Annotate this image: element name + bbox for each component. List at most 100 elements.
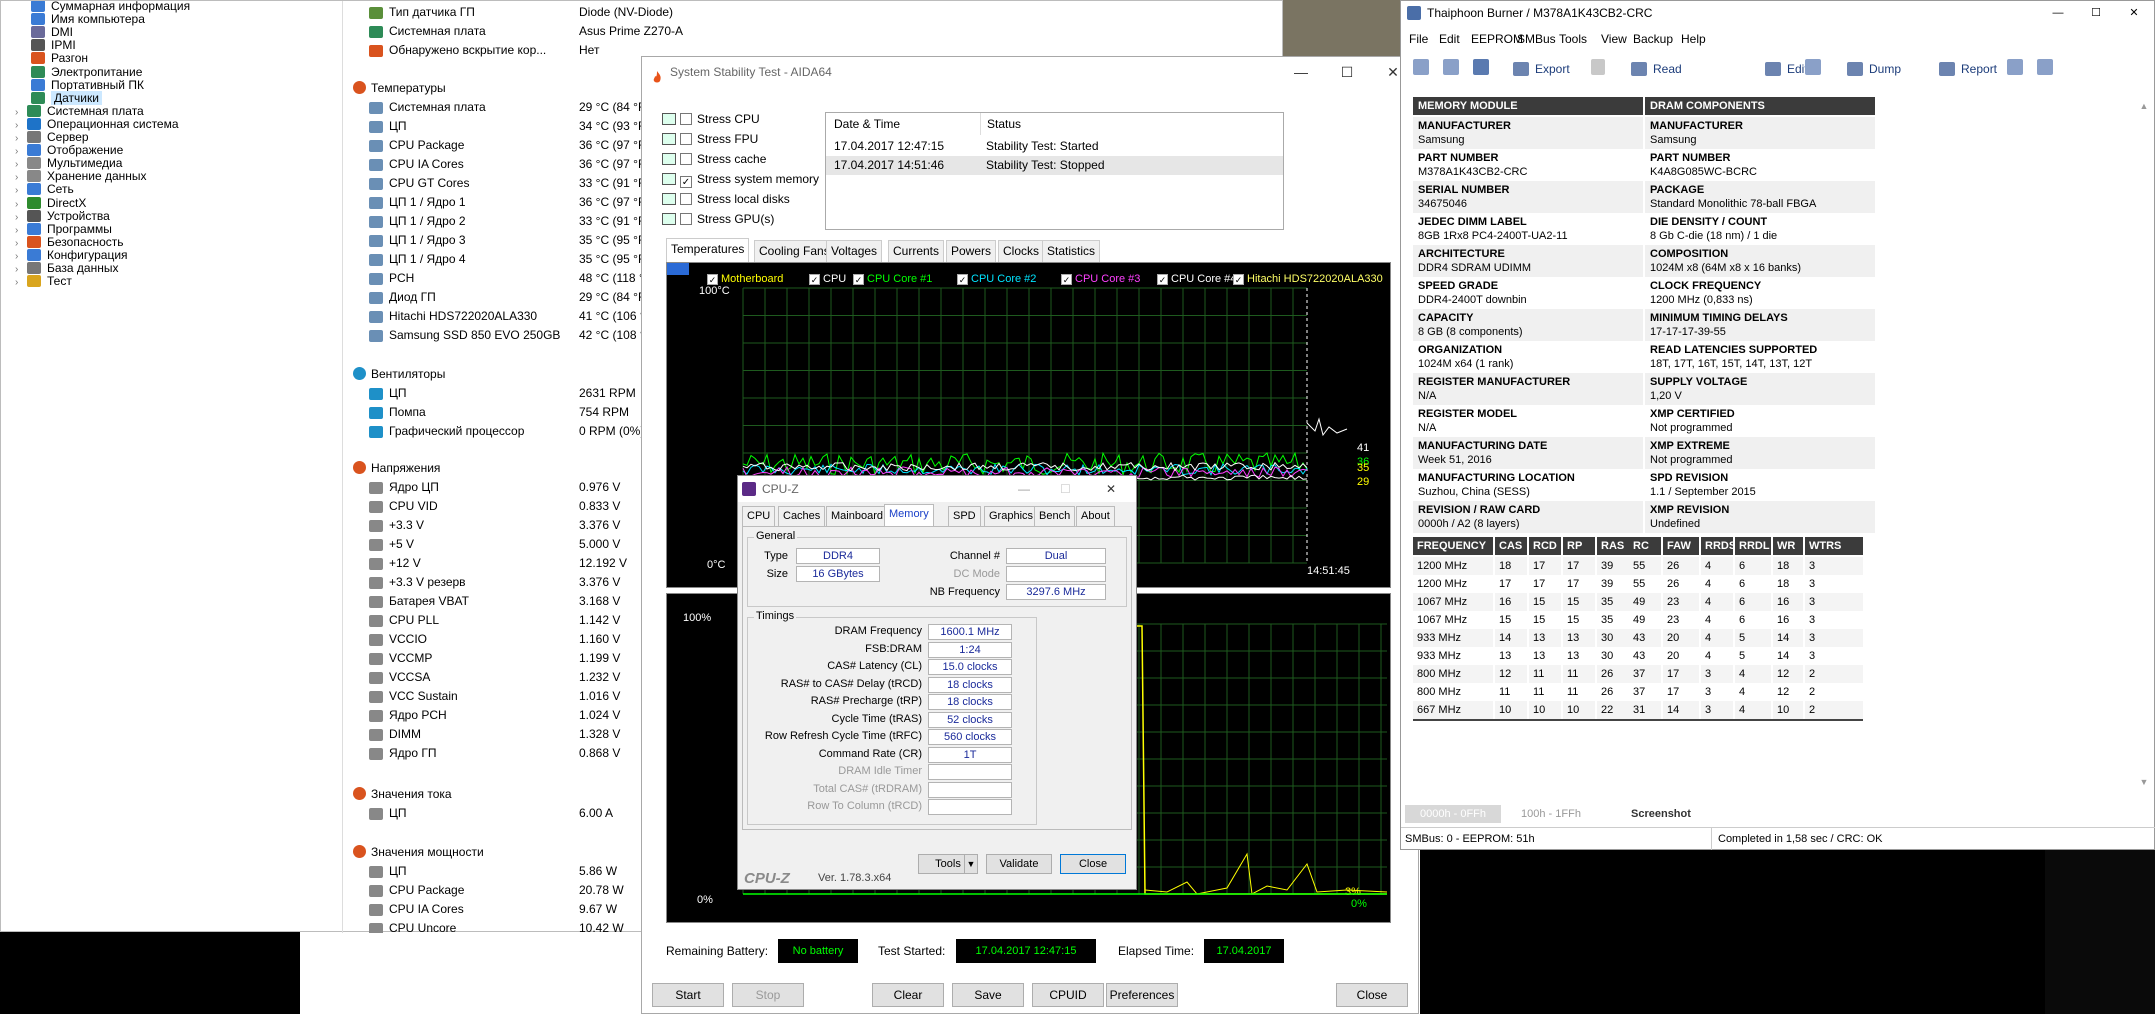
folder-icon[interactable] xyxy=(1443,59,1459,75)
tools-dropdown-icon[interactable]: ▼ xyxy=(964,854,978,874)
spd-cell[interactable]: PART NUMBER M378A1K43CB2-CRC xyxy=(1413,149,1643,181)
spd-cell[interactable]: COMPOSITION 1024M x8 (64M x8 x 16 banks) xyxy=(1645,245,1875,277)
sensor-row[interactable]: Системная плата Asus Prime Z270-A xyxy=(369,22,749,41)
spd-cell[interactable]: PACKAGE Standard Monolithic 78-ball FBGA xyxy=(1645,181,1875,213)
cpuz-tab-graphics[interactable]: Graphics xyxy=(984,506,1039,526)
spd-cell[interactable]: XMP EXTREME Not programmed xyxy=(1645,437,1875,469)
cpuz-tab-mainboard[interactable]: Mainboard xyxy=(826,506,888,526)
stress-checkbox[interactable] xyxy=(680,153,692,165)
tab-temperatures[interactable]: Temperatures xyxy=(666,238,750,262)
stress-option[interactable]: Stress cache xyxy=(662,149,766,169)
stop-button[interactable]: Stop xyxy=(732,983,804,1007)
stress-option[interactable]: Stress local disks xyxy=(662,189,790,209)
cpuz-close-button[interactable]: Close xyxy=(1060,854,1126,874)
spd-cell[interactable]: SPD REVISION 1.1 / September 2015 xyxy=(1645,469,1875,501)
spd-cell[interactable]: MANUFACTURING LOCATION Suzhou, China (SES… xyxy=(1413,469,1643,501)
spd-cell[interactable]: DIE DENSITY / COUNT 8 Gb C-die (18 nm) / … xyxy=(1645,213,1875,245)
tb-close-button[interactable]: ✕ xyxy=(2115,1,2153,25)
tab-currents[interactable]: Currents xyxy=(888,240,945,262)
save-button[interactable]: Save xyxy=(952,983,1024,1007)
start-button[interactable]: Start xyxy=(652,983,724,1007)
tab-cooling-fans[interactable]: Cooling Fans xyxy=(754,240,835,262)
validate-button[interactable]: Validate xyxy=(986,854,1052,874)
stress-checkbox[interactable] xyxy=(680,133,692,145)
group-title: Значения тока xyxy=(371,787,452,801)
tool-read[interactable]: Read xyxy=(1631,59,1682,79)
tb-tab-page0[interactable]: 0000h - 0FFh xyxy=(1405,805,1501,823)
stress-checkbox[interactable] xyxy=(680,113,692,125)
stress-option[interactable]: ✓ Stress system memory xyxy=(662,169,819,189)
cpuz-tab-spd[interactable]: SPD xyxy=(948,506,981,526)
spd-cell[interactable]: CAPACITY 8 GB (8 components) xyxy=(1413,309,1643,341)
spd-cell[interactable]: SPEED GRADE DDR4-2400T downbin xyxy=(1413,277,1643,309)
menu-smbus[interactable]: SMBus xyxy=(1517,29,1556,49)
spd-cell[interactable]: PART NUMBER K4A8G085WC-BCRC xyxy=(1645,149,1875,181)
spd-cell[interactable]: SERIAL NUMBER 34675046 xyxy=(1413,181,1643,213)
stress-checkbox[interactable]: ✓ xyxy=(680,176,692,188)
wrench-icon[interactable] xyxy=(1805,59,1821,75)
save-icon[interactable] xyxy=(1473,59,1489,75)
spd-cell[interactable]: MANUFACTURER Samsung xyxy=(1645,117,1875,149)
cpuz-tab-cpu[interactable]: CPU xyxy=(742,506,776,526)
cpuz-tab-bench[interactable]: Bench xyxy=(1034,506,1076,526)
tab-voltages[interactable]: Voltages xyxy=(826,240,883,262)
spd-cell[interactable]: SUPPLY VOLTAGE 1,20 V xyxy=(1645,373,1875,405)
menu-tools[interactable]: Tools xyxy=(1559,29,1587,49)
sst-close-button[interactable]: Close xyxy=(1336,983,1408,1007)
tool-report[interactable]: Report xyxy=(1939,59,1997,79)
tab-powers[interactable]: Powers xyxy=(946,240,997,262)
stress-checkbox[interactable] xyxy=(680,193,692,205)
expand-icon[interactable]: › xyxy=(15,274,27,292)
menu-help[interactable]: Help xyxy=(1681,29,1706,49)
spd-cell[interactable]: REGISTER MODEL N/A xyxy=(1413,405,1643,437)
menu-backup[interactable]: Backup xyxy=(1633,29,1673,49)
refresh-icon[interactable] xyxy=(2037,59,2053,75)
screenshot-tool-icon[interactable] xyxy=(2007,59,2023,75)
spd-cell[interactable]: ORGANIZATION 1024M x64 (1 rank) xyxy=(1413,341,1643,373)
tool-export[interactable]: Export xyxy=(1513,59,1570,79)
spd-cell[interactable]: XMP REVISION Undefined xyxy=(1645,501,1875,533)
tree-item[interactable]: › Тест xyxy=(15,272,72,290)
tab-clocks[interactable]: Clocks xyxy=(998,240,1045,262)
menu-edit[interactable]: Edit xyxy=(1439,29,1460,49)
tb-tab-page1[interactable]: 100h - 1FFh xyxy=(1503,805,1599,823)
cpuz-minimize-button[interactable]: — xyxy=(1018,476,1030,502)
sensor-row[interactable]: Тип датчика ГП Diode (NV-Diode) xyxy=(369,3,749,22)
spd-cell[interactable]: JEDEC DIMM LABEL 8GB 1Rx8 PC4-2400T-UA2-1… xyxy=(1413,213,1643,245)
menu-file[interactable]: File xyxy=(1409,29,1428,49)
spd-cell[interactable]: CLOCK FREQUENCY 1200 MHz (0,833 ns) xyxy=(1645,277,1875,309)
tab-statistics[interactable]: Statistics xyxy=(1042,240,1101,262)
spd-cell[interactable]: MINIMUM TIMING DELAYS 17-17-17-39-55 xyxy=(1645,309,1875,341)
preferences-button[interactable]: Preferences xyxy=(1106,983,1178,1007)
tool-dump[interactable]: Dump xyxy=(1847,59,1901,79)
cpuz-tab-caches[interactable]: Caches xyxy=(778,506,826,526)
spd-cell[interactable]: READ LATENCIES SUPPORTED 18T, 17T, 16T, 1… xyxy=(1645,341,1875,373)
open-icon[interactable] xyxy=(1413,59,1429,75)
clear-button[interactable]: Clear xyxy=(872,983,944,1007)
cpuz-maximize-button[interactable]: ☐ xyxy=(1060,476,1071,502)
spd-cell[interactable]: REGISTER MANUFACTURER N/A xyxy=(1413,373,1643,405)
tb-scrollbar[interactable]: ▲ ▼ xyxy=(2137,101,2151,791)
stress-checkbox[interactable] xyxy=(680,213,692,225)
spd-cell[interactable]: XMP CERTIFIED Not programmed xyxy=(1645,405,1875,437)
spd-cell[interactable]: ARCHITECTURE DDR4 SDRAM UDIMM xyxy=(1413,245,1643,277)
menu-view[interactable]: View xyxy=(1601,29,1627,49)
stress-option[interactable]: Stress GPU(s) xyxy=(662,209,774,229)
cpuz-tab-about[interactable]: About xyxy=(1076,506,1115,526)
cpuz-close-x-button[interactable]: ✕ xyxy=(1106,476,1116,502)
maximize-button[interactable]: ☐ xyxy=(1324,57,1370,87)
cpuz-titlebar[interactable]: CPU-Z — ☐ ✕ xyxy=(738,476,1136,502)
stress-option[interactable]: Stress FPU xyxy=(662,129,758,149)
lock-icon[interactable] xyxy=(1591,59,1605,75)
cpuz-tab-memory[interactable]: Memory xyxy=(884,504,934,526)
tb-maximize-button[interactable]: ☐ xyxy=(2077,1,2115,25)
cpuid-button[interactable]: CPUID xyxy=(1032,983,1104,1007)
spd-cell[interactable]: MANUFACTURER Samsung xyxy=(1413,117,1643,149)
tb-minimize-button[interactable]: — xyxy=(2039,1,2077,25)
menu-eeprom[interactable]: EEPROM xyxy=(1471,29,1523,49)
stress-option[interactable]: Stress CPU xyxy=(662,109,760,129)
minimize-button[interactable]: — xyxy=(1278,57,1324,87)
spd-cell[interactable]: REVISION / RAW CARD 0000h / A2 (8 layers) xyxy=(1413,501,1643,533)
tb-tab-screenshot[interactable]: Screenshot xyxy=(1631,805,1691,823)
spd-cell[interactable]: MANUFACTURING DATE Week 51, 2016 xyxy=(1413,437,1643,469)
